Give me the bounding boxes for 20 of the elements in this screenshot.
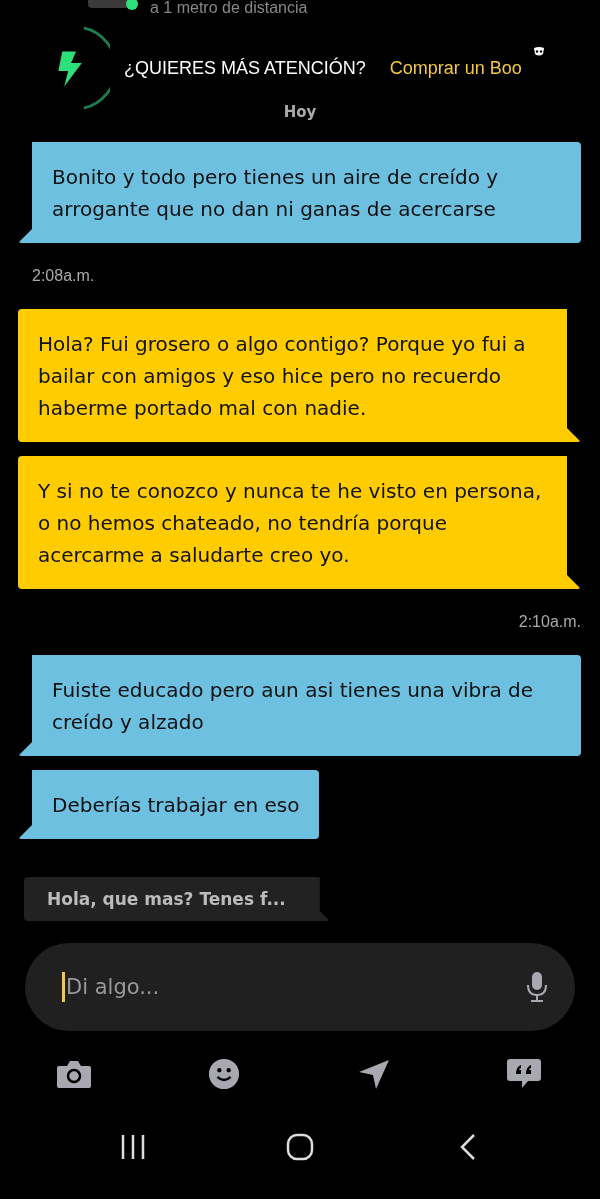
message-time: 2:08a.m.: [31, 267, 95, 285]
day-label: Hoy: [283, 104, 317, 120]
message-input[interactable]: Di algo...: [65, 975, 525, 999]
microphone-icon[interactable]: [525, 971, 549, 1003]
suggested-reply[interactable]: Hola, que mas? Tenes f...: [24, 877, 330, 921]
smiley-icon[interactable]: [206, 1058, 242, 1090]
distance-text: a 1 metro de distancia: [150, 0, 308, 16]
promo-title: ¿QUIERES MÁS ATENCIÓN?: [124, 57, 366, 79]
message-bubble: Hola? Fui grosero o algo contigo? Porque yo fui a bailar con amigos y eso hice pero no recuerdo haberme portado mal con nadie.: [18, 309, 581, 442]
message-bubble: Bonito y todo pero tienes un aire de creído y arrogante que no dan ni ganas de acercarse: [18, 142, 581, 243]
message-bubble: Fuiste educado pero aun asi tienes una vibra de creído y alzado: [18, 655, 581, 756]
text-cursor: [62, 972, 65, 1002]
camera-icon[interactable]: [56, 1058, 92, 1090]
quote-bubble-icon[interactable]: [506, 1058, 542, 1090]
message-time: 2:10a.m.: [518, 613, 581, 631]
mask-icon: [533, 47, 545, 57]
message-bubble: Deberías trabajar en eso: [18, 770, 320, 839]
message-bubble: Y si no te conozco y nunca te he visto en persona, o no hemos chateado, no tendría porque acercarme a saludarte creo yo.: [18, 456, 581, 589]
home-icon[interactable]: [285, 1132, 315, 1162]
buy-boost-link[interactable]: Comprar un Boo: [389, 57, 522, 79]
